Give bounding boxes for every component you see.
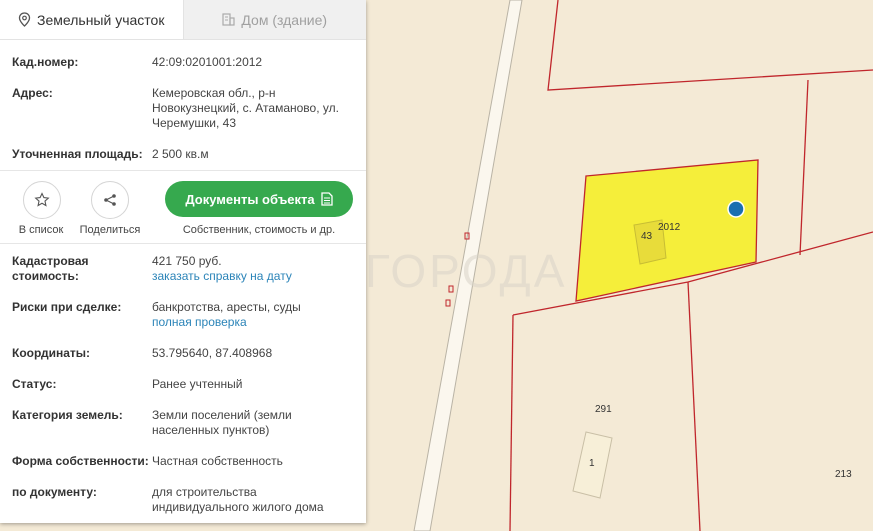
parcel-number-label: 2012 — [658, 222, 681, 233]
risks-row: Риски при сделке: банкротства, аресты, с… — [0, 300, 366, 330]
address-value: Кемеровская обл., р-н Новокузнецкий, с. … — [152, 86, 339, 130]
parcel-291-label: 291 — [595, 404, 612, 415]
tab-label: Дом (здание) — [241, 11, 328, 28]
area-value: 2 500 кв.м — [152, 147, 209, 161]
star-icon — [34, 192, 50, 207]
actions-bar: В список Поделиться Документы объекта Со… — [0, 170, 366, 244]
watermark-text: ГОРОДА — [365, 245, 567, 297]
by-document-value: для строительства индивидуального жилого… — [152, 485, 324, 514]
location-marker[interactable] — [727, 200, 745, 218]
tab-bar: Земельный участок Дом (здание) — [0, 0, 366, 40]
order-certificate-link[interactable]: заказать справку на дату — [152, 269, 292, 283]
address-row: Адрес: Кемеровская обл., р-н Новокузнецк… — [0, 86, 366, 131]
field-label: по документу: — [12, 485, 97, 499]
field-label: Кадастровая стоимость: — [12, 254, 89, 283]
tab-label: Земельный участок — [37, 11, 165, 28]
info-panel: Земельный участок Дом (здание) Кад.номер… — [0, 0, 366, 523]
docs-caption: Собственник, стоимость и др. — [182, 224, 336, 236]
field-label: Координаты: — [12, 346, 91, 360]
field-label: Статус: — [12, 377, 57, 391]
field-label: Категория земель: — [12, 408, 123, 422]
field-label: Уточненная площадь: — [12, 147, 143, 161]
share-label[interactable]: Поделиться — [74, 224, 146, 236]
risks-value: банкротства, аресты, суды — [152, 300, 301, 314]
map-pin-icon — [18, 12, 31, 27]
category-value: Земли поселений (земли населенных пункто… — [152, 408, 292, 437]
tab-house[interactable]: Дом (здание) — [182, 0, 366, 39]
cad-number-row: Кад.номер: 42:09:0201001:2012 — [0, 55, 366, 70]
document-icon — [321, 192, 333, 206]
status-row: Статус: Ранее учтенный — [0, 377, 366, 392]
area-row: Уточненная площадь: 2 500 кв.м — [0, 147, 366, 162]
field-label: Риски при сделке: — [12, 300, 122, 314]
share-icon — [104, 194, 116, 206]
add-to-list-button[interactable] — [23, 181, 61, 219]
add-to-list-label[interactable]: В список — [10, 224, 72, 236]
status-value: Ранее учтенный — [152, 377, 243, 391]
house-number-label: 43 — [641, 231, 653, 242]
category-row: Категория земель: Земли поселений (земли… — [0, 408, 366, 438]
docs-button-label: Документы объекта — [185, 191, 315, 207]
building-number-label: 1 — [589, 458, 595, 469]
ownership-row: Форма собственности: Частная собственнос… — [0, 454, 366, 469]
field-label: Адрес: — [12, 86, 53, 100]
tab-land-plot[interactable]: Земельный участок — [0, 0, 183, 39]
by-document-row: по документу: для строительства индивиду… — [0, 485, 366, 515]
cad-number-link[interactable]: 42:09:0201001:2012 — [152, 55, 356, 70]
cad-cost-value: 421 750 руб. — [152, 254, 222, 268]
field-label: Форма собственности: — [12, 454, 149, 468]
object-documents-button[interactable]: Документы объекта — [165, 181, 353, 217]
cad-cost-row: Кадастровая стоимость: 421 750 руб. зака… — [0, 254, 366, 284]
field-label: Кад.номер: — [12, 55, 79, 69]
share-button[interactable] — [91, 181, 129, 219]
full-check-link[interactable]: полная проверка — [152, 315, 247, 329]
coords-row: Координаты: 53.795640, 87.408968 — [0, 346, 366, 361]
coords-value: 53.795640, 87.408968 — [152, 346, 273, 360]
building-icon — [222, 13, 236, 26]
parcel-213-label: 213 — [835, 469, 852, 480]
ownership-value: Частная собственность — [152, 454, 283, 468]
